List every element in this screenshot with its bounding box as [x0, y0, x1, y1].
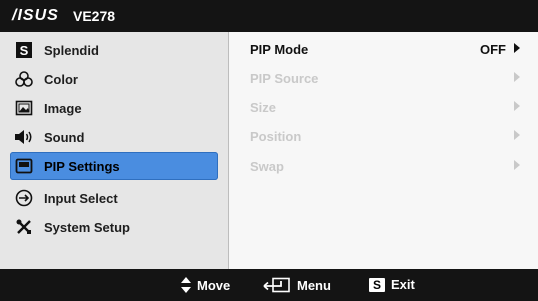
- option-label: PIP Mode: [250, 41, 309, 57]
- menu-item-label: Input Select: [44, 190, 118, 206]
- option-size: Size: [250, 96, 520, 118]
- menu-item-splendid[interactable]: S Splendid: [10, 36, 218, 64]
- footer-exit[interactable]: S Exit: [369, 277, 415, 292]
- tools-icon: [14, 217, 34, 237]
- chevron-right-icon: [514, 43, 520, 53]
- up-down-arrows-icon: [181, 277, 191, 293]
- footer-exit-label: Exit: [391, 277, 415, 292]
- footer-bar: Move Menu S Exit: [0, 269, 538, 301]
- chevron-right-icon: [514, 101, 520, 111]
- s-key-icon: S: [369, 277, 385, 292]
- menu-item-label: Color: [44, 71, 78, 87]
- menu-item-image[interactable]: Image: [10, 94, 218, 122]
- asus-logo: /ISUS: [12, 7, 59, 24]
- option-swap: Swap: [250, 155, 520, 177]
- option-label: PIP Source: [250, 70, 319, 86]
- footer-move-label: Move: [197, 277, 231, 293]
- pip-screen-icon: [14, 156, 34, 176]
- menu-item-label: Sound: [44, 129, 85, 145]
- main-menu-panel: S Splendid Color Image Sound PIP Setting…: [0, 32, 229, 269]
- enter-key-icon: [263, 277, 291, 293]
- menu-item-pip-settings[interactable]: PIP Settings: [10, 152, 218, 180]
- menu-item-input-select[interactable]: Input Select: [10, 184, 218, 212]
- option-label: Swap: [250, 158, 284, 174]
- footer-move[interactable]: Move: [181, 277, 230, 293]
- footer-menu-label: Menu: [297, 277, 331, 293]
- exit-key: S: [369, 277, 385, 292]
- option-pip-mode[interactable]: PIP Mode OFF: [250, 38, 520, 60]
- option-value: OFF: [480, 41, 506, 57]
- speaker-icon: [14, 127, 34, 147]
- model-name: VE278: [73, 8, 116, 24]
- chevron-right-icon: [514, 160, 520, 170]
- osd-window: /ISUS VE278 S Splendid Color Image Sound…: [0, 0, 538, 301]
- image-picture-icon: [14, 98, 34, 118]
- option-position: Position: [250, 125, 520, 147]
- menu-item-sound[interactable]: Sound: [10, 123, 218, 151]
- menu-item-label: System Setup: [44, 219, 130, 235]
- input-arrow-icon: [14, 188, 34, 208]
- menu-item-color[interactable]: Color: [10, 65, 218, 93]
- menu-item-label: Splendid: [44, 42, 99, 58]
- svg-text:S: S: [20, 43, 29, 58]
- chevron-right-icon: [514, 130, 520, 140]
- option-pip-source: PIP Source: [250, 67, 520, 89]
- title-bar: /ISUS VE278: [0, 0, 538, 32]
- option-label: Position: [250, 128, 302, 144]
- splendid-s-icon: S: [14, 40, 34, 60]
- footer-menu[interactable]: Menu: [263, 277, 331, 293]
- option-label: Size: [250, 99, 277, 115]
- color-circles-icon: [14, 69, 34, 89]
- menu-item-label: Image: [44, 100, 82, 116]
- menu-item-label: PIP Settings: [44, 158, 120, 174]
- chevron-right-icon: [514, 72, 520, 82]
- menu-item-system-setup[interactable]: System Setup: [10, 213, 218, 241]
